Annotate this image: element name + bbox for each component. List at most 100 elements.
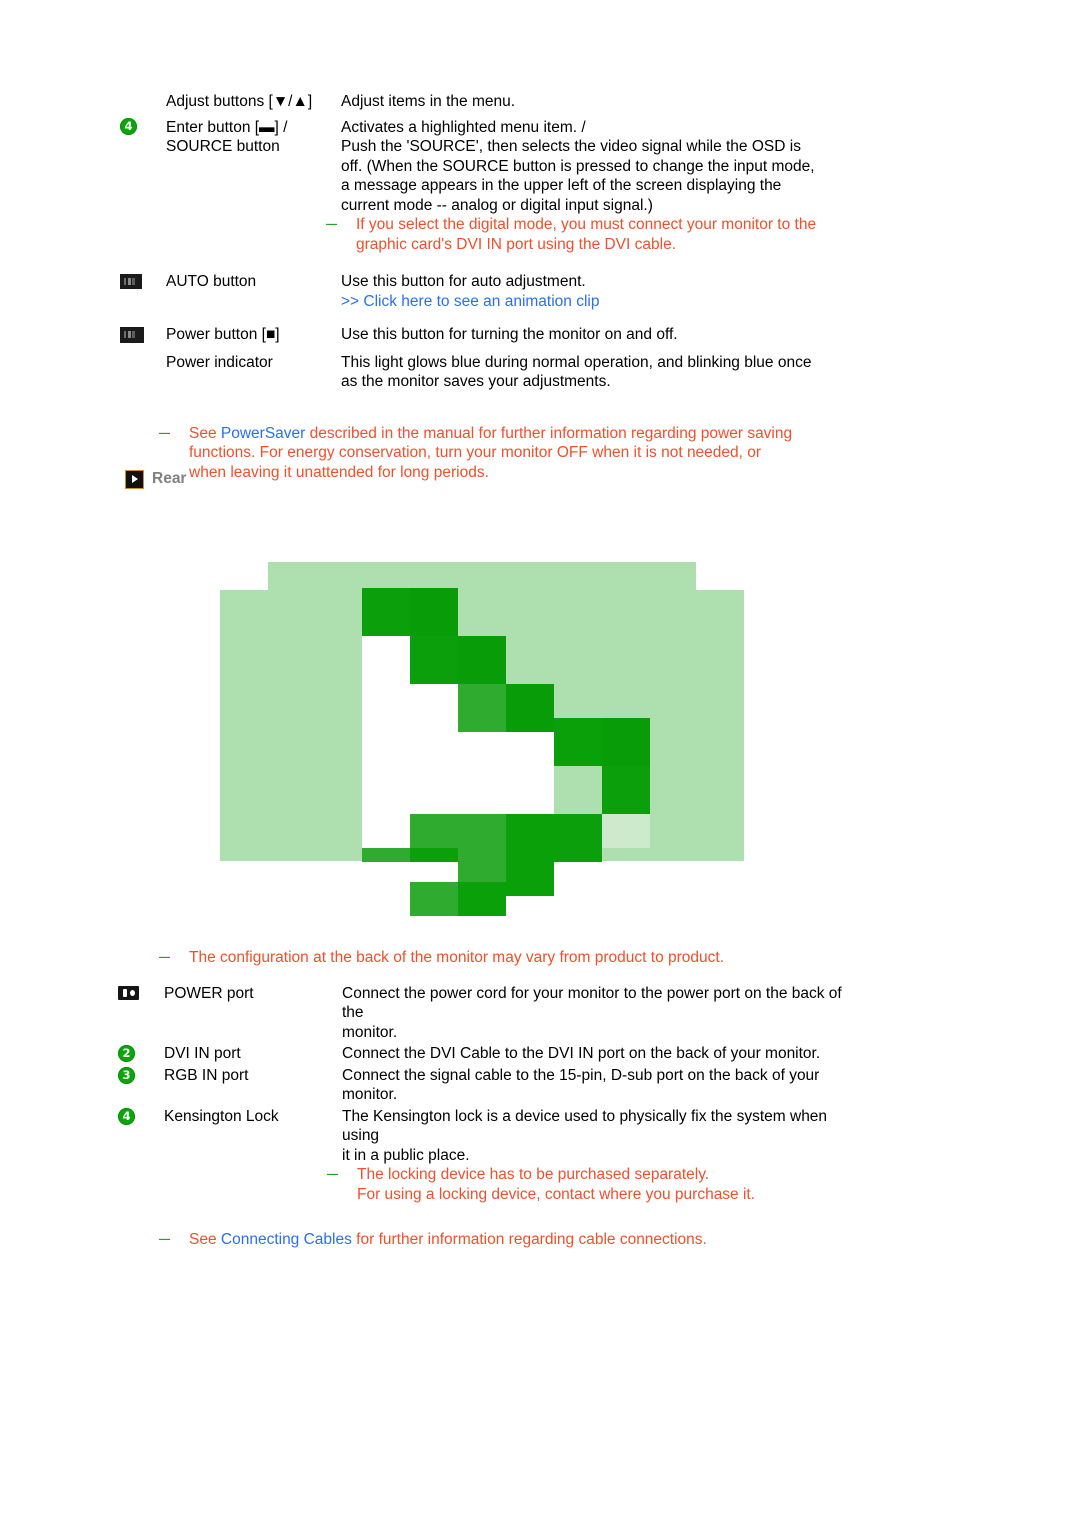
row-desc-adjust-buttons: Adjust items in the menu. — [341, 92, 853, 112]
label-line-1: Enter button [▬] / — [166, 118, 288, 136]
row-icon-slot — [0, 984, 164, 1000]
row-desc-auto-button: Use this button for auto adjustment. >> … — [341, 272, 853, 311]
number-badge-4-icon: 4 — [120, 117, 137, 135]
row-label-adjust-buttons: Adjust buttons [▼/▲] — [166, 93, 313, 110]
table-row-dvi-in-port: 2 DVI IN port Connect the DVI Cable to t… — [0, 1044, 1080, 1064]
desc-line: Push the 'SOURCE', then selects the vide… — [341, 138, 801, 155]
row-icon-slot — [0, 272, 166, 289]
px-r6c4 — [506, 814, 554, 861]
row-icon-slot — [0, 325, 166, 343]
row-label-power-indicator: Power indicator — [166, 353, 273, 371]
dash-bullet-icon: ─ — [159, 424, 170, 442]
table-row-enter-source-button: 4 Enter button [▬] / SOURCE button Activ… — [0, 117, 1080, 255]
px-r3c3 — [458, 684, 506, 732]
row-desc-power-port: Connect the power cord for your monitor … — [342, 984, 862, 1043]
cc-after: for further information regarding cable … — [351, 1231, 707, 1248]
table-row-auto-button: AUTO button Use this button for auto adj… — [0, 272, 1080, 311]
auto-button-image-placeholder-icon — [120, 274, 142, 289]
desc-line: off. (When the SOURCE button is pressed … — [341, 157, 815, 175]
desc-line: monitor. — [342, 1023, 398, 1041]
placeholder-clip — [220, 562, 744, 861]
px-r4c5 — [554, 718, 602, 766]
row-icon-slot: 2 — [0, 1044, 164, 1062]
glyph-green-h2 — [458, 882, 506, 916]
row-label-rgb-in-port: RGB IN port — [164, 1066, 249, 1084]
note-digital-mode-cont: graphic card's DVI IN port using the DVI… — [356, 235, 676, 253]
desc-line: current mode -- analog or digital input … — [341, 196, 653, 214]
rear-section-title: Rear — [152, 470, 187, 487]
desc-line: Connect the power cord for your monitor … — [342, 984, 842, 1022]
rear-section-header: Rear — [126, 470, 186, 488]
note-locking-device: ─ The locking device has to be purchased … — [327, 1165, 862, 1185]
note-powersaver-line3: when leaving it unattended for long peri… — [189, 463, 489, 481]
row-label-power-button: Power button [■] — [166, 326, 280, 343]
row-label-auto-button: AUTO button — [166, 273, 257, 290]
animation-clip-link[interactable]: >> Click here to see an animation clip — [341, 292, 853, 312]
dash-bullet-icon: ─ — [159, 1231, 170, 1248]
row-icon-slot: 3 — [0, 1066, 164, 1084]
row-desc-power-button: Use this button for turning the monitor … — [341, 325, 853, 345]
number-badge-3-icon: 3 — [118, 1066, 135, 1084]
desc-line: Connect the DVI Cable to the DVI IN port… — [342, 1045, 821, 1062]
note-powersaver-line2: functions. For energy conservation, turn… — [189, 444, 762, 461]
px-r6c6-pale — [602, 814, 650, 848]
dash-bullet-icon: ─ — [327, 1166, 338, 1183]
row-label-kensington-lock: Kensington Lock — [164, 1107, 279, 1125]
desc-line: as the monitor saves your adjustments. — [341, 373, 611, 390]
px-r4c6 — [602, 718, 650, 766]
note-rear-config: ─ The configuration at the back of the mo… — [159, 948, 829, 968]
play-badge-icon — [126, 470, 143, 488]
desc-line: Use this button for auto adjustment. — [341, 273, 586, 290]
px-r2c2 — [410, 636, 458, 684]
px-r6c3 — [458, 814, 506, 861]
row-desc-rgb-in-port: Connect the signal cable to the 15-pin, … — [342, 1066, 862, 1105]
label-line-2: SOURCE button — [166, 138, 280, 155]
desc-line: Adjust items in the menu. — [341, 93, 516, 110]
desc-line: monitor. — [342, 1086, 398, 1103]
missing-image-placeholder-precise — [220, 562, 744, 861]
desc-line: Activates a highlighted menu item. / — [341, 118, 586, 136]
desc-line: The Kensington lock is a device used to … — [342, 1107, 828, 1145]
connecting-cables-link[interactable]: Connecting Cables — [221, 1231, 352, 1248]
note-powersaver: ─ See PowerSaver described in the manual … — [159, 424, 819, 444]
row-label-enter-source-button: Enter button [▬] / SOURCE button — [166, 118, 341, 157]
px-r5c6 — [602, 766, 650, 814]
front-controls-table: Adjust buttons [▼/▲] Adjust items in the… — [0, 0, 1080, 482]
px-r6c5 — [554, 814, 602, 861]
row-desc-kensington-lock: The Kensington lock is a device used to … — [327, 1107, 862, 1205]
desc-line: Use this button for turning the monitor … — [341, 326, 678, 343]
table-row-power-port: POWER port Connect the power cord for yo… — [0, 984, 1080, 1043]
power-port-icon — [118, 985, 139, 1000]
rear-controls-table: ─ The configuration at the back of the mo… — [0, 948, 1080, 1250]
note-rear-config-text: The configuration at the back of the mon… — [189, 949, 725, 966]
powersaver-note-after: described in the manual for further info… — [305, 424, 793, 442]
powersaver-link[interactable]: PowerSaver — [221, 425, 305, 442]
number-badge-4-icon: 4 — [118, 1107, 135, 1125]
table-row-power-indicator: Power indicator This light glows blue du… — [0, 353, 1080, 392]
desc-line: a message appears in the upper left of t… — [341, 177, 782, 194]
desc-line: Connect the signal cable to the 15-pin, … — [342, 1066, 820, 1084]
note-digital-mode: ─ If you select the digital mode, you mus… — [326, 215, 853, 235]
dash-bullet-icon: ─ — [159, 949, 170, 966]
note-locking-line-1: The locking device has to be purchased s… — [357, 1166, 710, 1183]
note-locking-line-2: For using a locking device, contact wher… — [357, 1185, 756, 1203]
note-line-1: If you select the digital mode, you must… — [356, 216, 817, 233]
powersaver-note-before: See — [189, 424, 221, 442]
glyph-white-col4 — [506, 732, 554, 814]
table-row-power-button: Power button [■] Use this button for tur… — [0, 325, 1080, 345]
power-button-image-placeholder-icon — [120, 327, 144, 343]
glyph-white-col1 — [362, 636, 410, 861]
row-icon-slot: 4 — [0, 1107, 164, 1125]
desc-line: This light glows blue during normal oper… — [341, 353, 812, 371]
note-connecting-cables: ─ See Connecting Cables for further infor… — [159, 1230, 829, 1250]
row-desc-dvi-in-port: Connect the DVI Cable to the DVI IN port… — [342, 1044, 862, 1064]
glyph-white-col3 — [458, 732, 506, 814]
row-label-dvi-in-port: DVI IN port — [164, 1045, 241, 1062]
row-icon-slot: 4 — [0, 117, 166, 135]
glyph-green-h1 — [410, 882, 458, 916]
desc-line: it in a public place. — [342, 1146, 470, 1164]
number-badge-2-icon: 2 — [118, 1045, 135, 1062]
table-row-adjust-buttons: Adjust buttons [▼/▲] Adjust items in the… — [0, 92, 1080, 112]
px-r1c2 — [410, 588, 458, 636]
table-row-kensington-lock: 4 Kensington Lock The Kensington lock is… — [0, 1107, 1080, 1205]
